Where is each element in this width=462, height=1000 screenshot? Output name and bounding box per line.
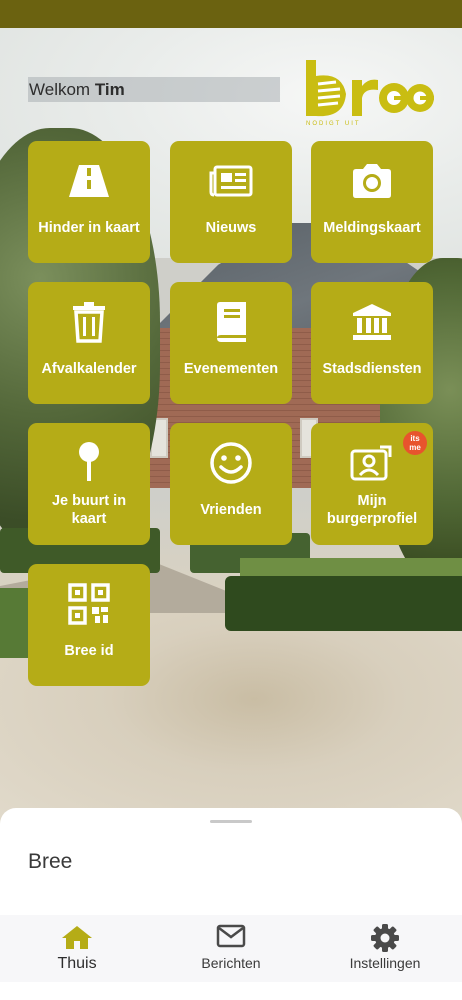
tile-meldingskaart[interactable]: Meldingskaart xyxy=(311,141,433,263)
tile-label-line2: burgerprofiel xyxy=(326,511,418,527)
tile-label: Nieuws xyxy=(205,220,257,236)
nav-label: Berichten xyxy=(201,955,261,971)
tile-nieuws[interactable]: Nieuws xyxy=(170,141,292,263)
tile-bree-id[interactable]: Bree id xyxy=(28,564,150,686)
smiley-icon xyxy=(170,441,292,485)
tile-evenementen[interactable]: Evenementen xyxy=(170,282,292,404)
welcome-prefix: Welkom xyxy=(29,80,91,99)
tile-label: Afvalkalender xyxy=(41,361,137,377)
tile-vrienden[interactable]: Vrienden xyxy=(170,423,292,545)
newspaper-icon xyxy=(170,159,292,203)
city-hall-icon xyxy=(311,300,433,344)
home-icon xyxy=(0,924,154,952)
bree-logo: NODIGT UIT xyxy=(306,60,434,127)
tile-label: Meldingskaart xyxy=(323,220,421,236)
header: Welkom Tim NODIGT UIT xyxy=(0,0,462,140)
nav-label: Thuis xyxy=(57,955,97,972)
tile-stadsdiensten[interactable]: Stadsdiensten xyxy=(311,282,433,404)
tile-label-line1: Je buurt in xyxy=(51,493,127,509)
system-home-bar xyxy=(0,982,462,1000)
tile-label: Evenementen xyxy=(183,361,279,377)
tile-je-buurt-in-kaart[interactable]: Je buurt in kaart xyxy=(28,423,150,545)
qr-code-icon xyxy=(28,582,150,626)
tile-label: Vrienden xyxy=(200,502,262,518)
gear-icon xyxy=(308,924,462,952)
tile-mijn-burgerprofiel[interactable]: its me Mijn burgerprofiel xyxy=(311,423,433,545)
tile-hinder-in-kaart[interactable]: Hinder in kaart xyxy=(28,141,150,263)
envelope-icon xyxy=(154,924,308,952)
nav-thuis[interactable]: Thuis xyxy=(0,915,154,982)
profile-id-icon xyxy=(311,441,433,485)
map-pin-icon xyxy=(28,441,150,485)
welcome-text: Welkom Tim xyxy=(28,77,280,102)
bottom-navigation: Thuis Berichten Instellingen xyxy=(0,915,462,982)
tile-label-line1: Mijn xyxy=(357,493,387,509)
nav-berichten[interactable]: Berichten xyxy=(154,915,308,982)
tile-afvalkalender[interactable]: Afvalkalender xyxy=(28,282,150,404)
road-icon xyxy=(28,159,150,203)
trash-icon xyxy=(28,300,150,344)
nav-instellingen[interactable]: Instellingen xyxy=(308,915,462,982)
tile-label: Stadsdiensten xyxy=(322,361,422,377)
camera-icon xyxy=(311,159,433,203)
sheet-title: Bree xyxy=(28,850,73,873)
sheet-drag-handle[interactable] xyxy=(210,820,252,823)
tile-label: Bree id xyxy=(64,643,114,659)
logo-tagline: NODIGT UIT xyxy=(306,121,361,127)
tile-label: Hinder in kaart xyxy=(38,220,140,236)
book-icon xyxy=(170,300,292,344)
tile-label-line2: kaart xyxy=(71,511,107,527)
nav-label: Instellingen xyxy=(349,955,421,971)
user-name: Tim xyxy=(94,80,125,99)
